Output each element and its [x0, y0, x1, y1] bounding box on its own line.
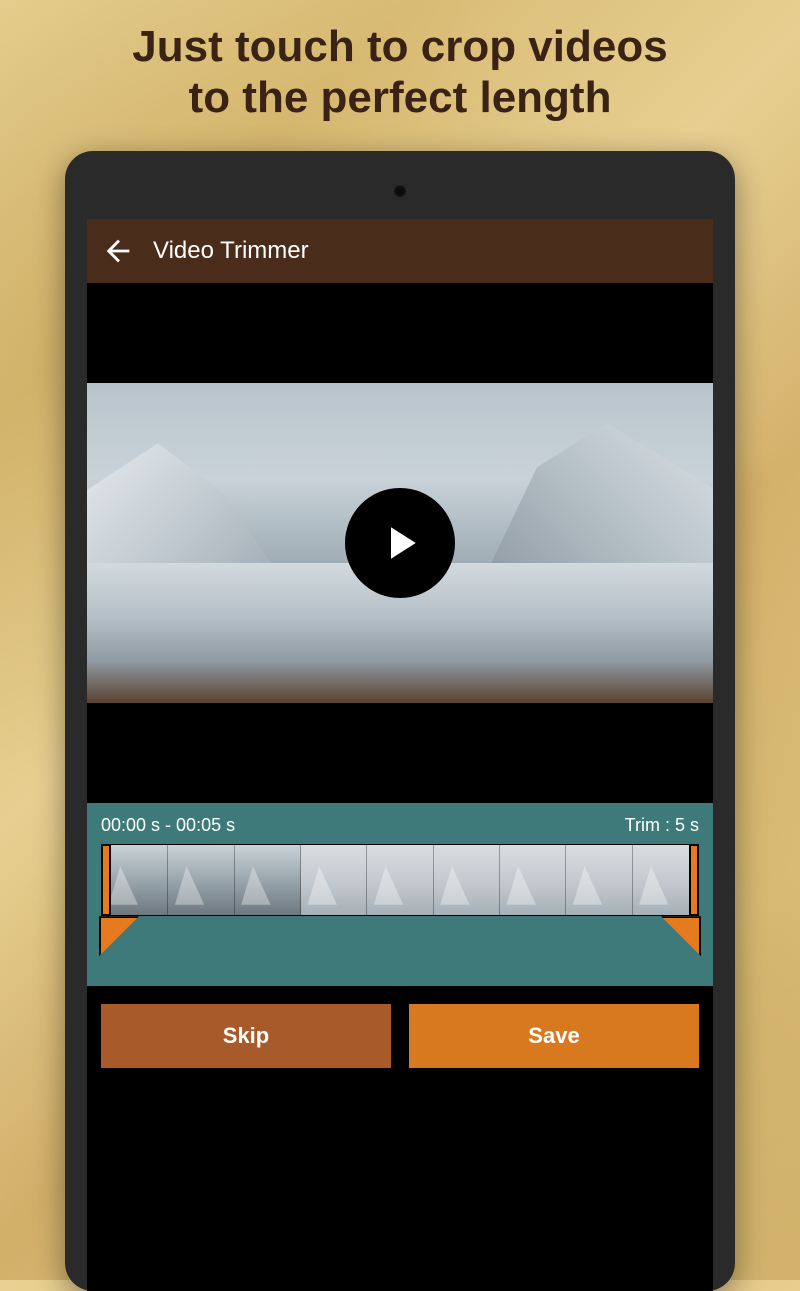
back-button[interactable]	[101, 234, 135, 268]
headline-line2: to the perfect length	[189, 73, 612, 122]
promo-headline: Just touch to crop videos to the perfect…	[0, 0, 800, 141]
skip-button-label: Skip	[223, 1023, 269, 1049]
app-bar: Video Trimmer	[87, 219, 713, 283]
trim-panel: 00:00 s - 00:05 s Trim : 5 s	[87, 803, 713, 986]
video-preview-area	[87, 283, 713, 803]
headline-line1: Just touch to crop videos	[132, 22, 667, 71]
tablet-camera	[394, 185, 406, 197]
save-button[interactable]: Save	[409, 1004, 699, 1068]
filmstrip-thumb	[235, 845, 301, 915]
skip-button[interactable]: Skip	[101, 1004, 391, 1068]
app-title: Video Trimmer	[153, 237, 309, 265]
save-button-label: Save	[528, 1023, 579, 1049]
filmstrip-thumb	[102, 845, 168, 915]
filmstrip-thumb	[434, 845, 500, 915]
play-button[interactable]	[345, 488, 455, 598]
trim-duration-label: Trim : 5 s	[625, 815, 699, 836]
trim-handle-end[interactable]	[689, 844, 699, 916]
play-icon	[373, 516, 427, 570]
trim-labels: 00:00 s - 00:05 s Trim : 5 s	[101, 815, 699, 836]
filmstrip-container	[101, 844, 699, 972]
filmstrip-thumb	[301, 845, 367, 915]
trim-handle-start[interactable]	[101, 844, 111, 916]
filmstrip[interactable]	[101, 844, 699, 916]
action-button-row: Skip Save	[87, 986, 713, 1086]
app-screen: Video Trimmer 00:00 s - 00:05 s Trim : 5…	[87, 219, 713, 1291]
back-arrow-icon	[101, 234, 135, 268]
filmstrip-thumb	[168, 845, 234, 915]
filmstrip-thumb	[566, 845, 632, 915]
tablet-frame: Video Trimmer 00:00 s - 00:05 s Trim : 5…	[65, 151, 735, 1291]
trim-range-label: 00:00 s - 00:05 s	[101, 815, 235, 836]
filmstrip-thumb	[500, 845, 566, 915]
filmstrip-thumb	[367, 845, 433, 915]
